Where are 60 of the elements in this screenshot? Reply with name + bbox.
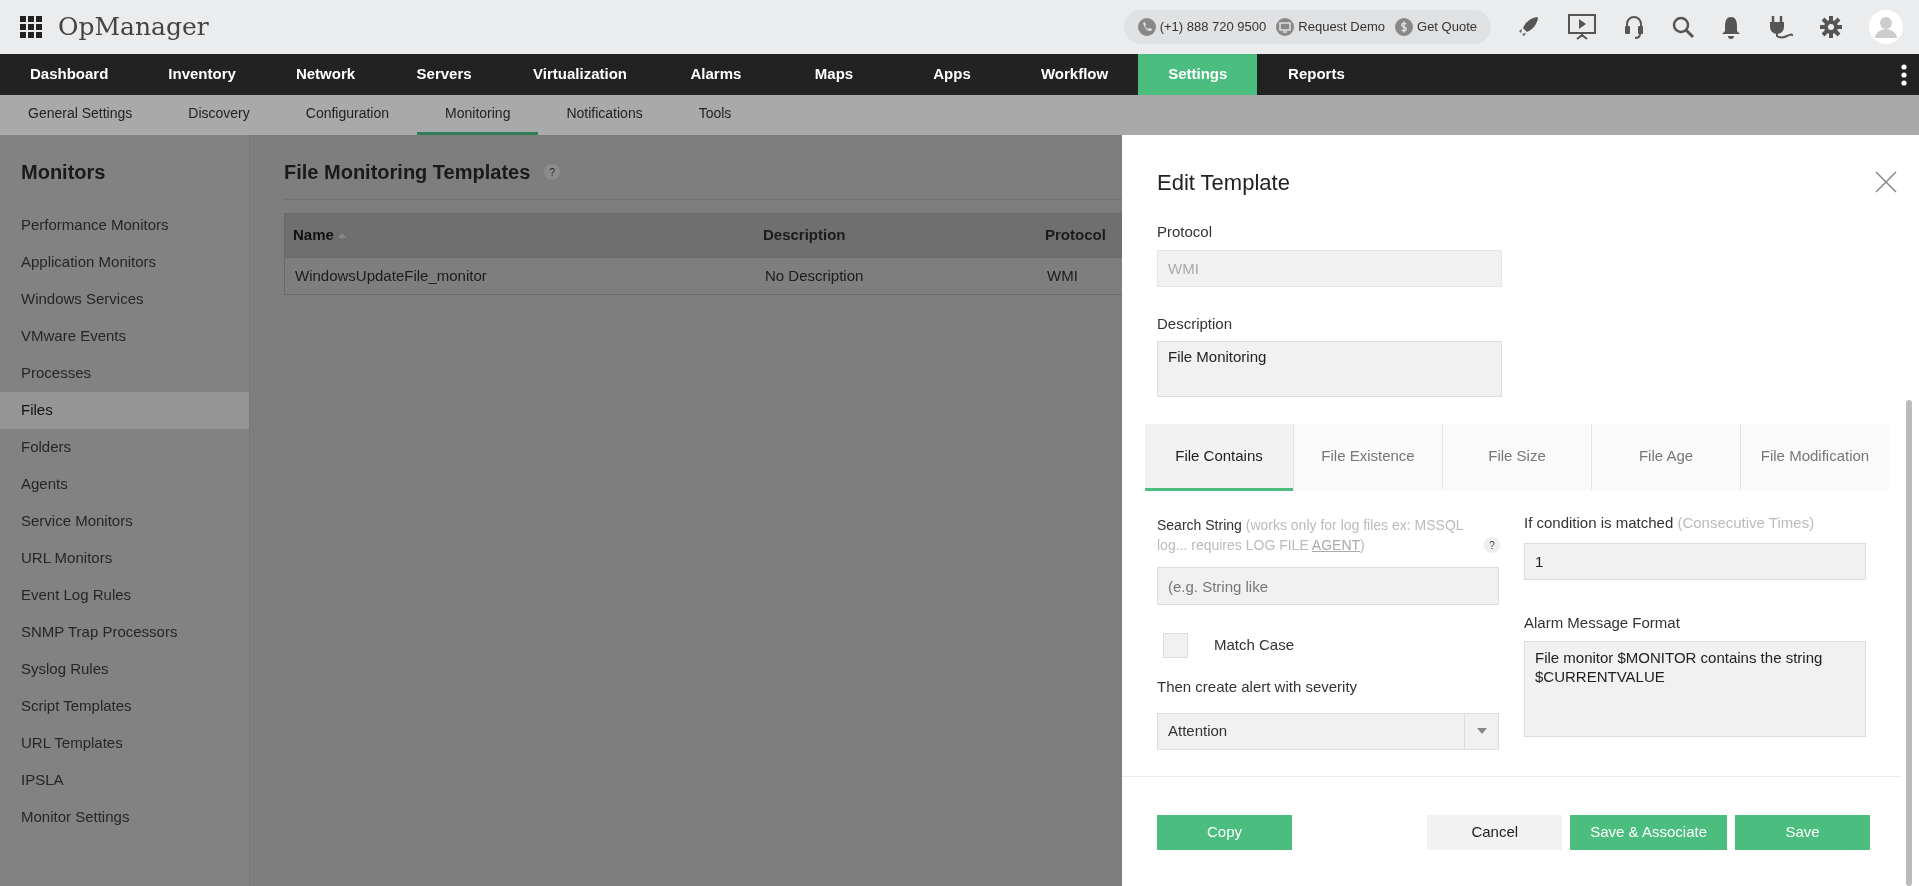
sub-tab[interactable]: Configuration bbox=[277, 95, 418, 135]
caret-icon bbox=[1476, 728, 1487, 734]
sidebar-item[interactable]: Files bbox=[0, 392, 249, 429]
primary-button[interactable]: Copy bbox=[1157, 814, 1292, 850]
agent-link[interactable]: AGENT bbox=[1311, 537, 1361, 553]
app-title: OpManager bbox=[58, 11, 209, 44]
phone-icon bbox=[1137, 18, 1156, 36]
close-icon[interactable] bbox=[1875, 171, 1897, 193]
alarm-message-field[interactable]: File monitor $MONITOR contains the string $CURRENTVALUE bbox=[1524, 640, 1866, 737]
scrollbar[interactable] bbox=[1906, 400, 1912, 886]
plug-icon[interactable] bbox=[1767, 14, 1793, 40]
sidebar-title: Monitors bbox=[20, 160, 107, 185]
template-tab[interactable]: File Contains bbox=[1145, 424, 1293, 491]
dollar-icon bbox=[1395, 18, 1413, 36]
app-grid-icon[interactable] bbox=[20, 16, 42, 38]
panel-title: Edit Template bbox=[1157, 168, 1290, 197]
sub-tab[interactable]: Notifications bbox=[538, 95, 671, 135]
cancel-button[interactable]: Cancel bbox=[1427, 814, 1563, 850]
help-button[interactable]: ? bbox=[1484, 537, 1500, 553]
contact-link[interactable]: Request Demo bbox=[1298, 17, 1385, 37]
page-title: File Monitoring Templates bbox=[284, 160, 531, 185]
condition-field[interactable]: 1 bbox=[1524, 543, 1866, 580]
checkbox-label: Match Case bbox=[1214, 635, 1295, 656]
more-icon[interactable] bbox=[1901, 62, 1907, 87]
headset-icon[interactable] bbox=[1623, 14, 1645, 40]
column-header[interactable]: Description bbox=[763, 224, 846, 247]
screen-icon bbox=[1276, 18, 1295, 36]
sub-tab[interactable]: Tools bbox=[670, 95, 760, 135]
search-string-label: Search String (works only for log files ex: MSSQL log... requires LOG FILE AGENT) bbox=[1157, 516, 1465, 555]
description-field[interactable]: File Monitoring bbox=[1157, 341, 1502, 397]
column-header[interactable]: Protocol bbox=[1045, 224, 1106, 247]
field-label: Protocol bbox=[1157, 222, 1214, 242]
field-label: Alarm Message Format bbox=[1524, 613, 1681, 633]
contact-link[interactable]: Get Quote bbox=[1417, 17, 1477, 37]
sub-tab[interactable]: Discovery bbox=[160, 95, 278, 135]
table-cell: No Description bbox=[765, 266, 864, 284]
presentation-icon[interactable] bbox=[1567, 13, 1597, 41]
sub-tab[interactable]: General Settings bbox=[0, 95, 161, 135]
severity-dropdown[interactable]: Attention bbox=[1157, 712, 1499, 750]
help-button[interactable]: ? bbox=[544, 164, 561, 180]
match-case-checkbox[interactable] bbox=[1163, 633, 1188, 658]
bell-icon[interactable] bbox=[1721, 15, 1741, 39]
template-tab[interactable]: File Size bbox=[1442, 424, 1591, 491]
field-label: Then create alert with severity bbox=[1157, 677, 1359, 697]
table-cell: WindowsUpdateFile_monitor bbox=[295, 266, 487, 284]
dropdown-value: Attention bbox=[1167, 720, 1229, 741]
condition-label: If condition is matched (Consecutive Times) bbox=[1524, 513, 1816, 533]
search-string-field[interactable]: (e.g. String like bbox=[1157, 567, 1499, 605]
settings-icon[interactable] bbox=[1819, 15, 1843, 39]
search-icon[interactable] bbox=[1671, 15, 1695, 39]
table-cell: WMI bbox=[1047, 266, 1078, 284]
template-tab[interactable]: File Age bbox=[1591, 424, 1740, 491]
primary-button[interactable]: Save bbox=[1735, 814, 1870, 850]
column-header[interactable]: Name bbox=[293, 224, 346, 247]
nav-tab[interactable]: Settings bbox=[1138, 54, 1258, 95]
primary-button[interactable]: Save & Associate bbox=[1570, 814, 1727, 850]
contact-link[interactable]: (+1) 888 720 9500 bbox=[1159, 17, 1267, 37]
template-tab[interactable]: File Existence bbox=[1293, 424, 1442, 491]
field-label: Description bbox=[1157, 313, 1234, 334]
template-tab[interactable]: File Modification bbox=[1740, 424, 1889, 491]
